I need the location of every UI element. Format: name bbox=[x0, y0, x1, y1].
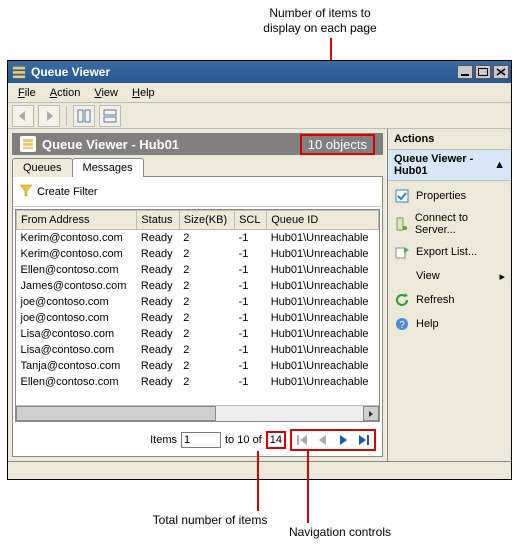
table-row[interactable]: Ellen@contoso.comReady2-1Hub01\Unreachab… bbox=[17, 374, 379, 390]
maximize-button[interactable] bbox=[475, 65, 491, 79]
total-items: 14 bbox=[270, 434, 282, 446]
pager: Items to 10 of 14 bbox=[13, 424, 382, 456]
annotation-nav-controls: Navigation controls bbox=[270, 525, 410, 539]
table-row[interactable]: Kerim@contoso.comReady2-1Hub01\Unreachab… bbox=[17, 230, 379, 247]
help-icon: ? bbox=[394, 316, 410, 332]
tab-messages[interactable]: Messages bbox=[72, 158, 144, 177]
menu-view[interactable]: View bbox=[88, 85, 124, 101]
toolbar bbox=[8, 103, 511, 129]
minimize-button[interactable] bbox=[457, 65, 473, 79]
items-label: Items bbox=[150, 434, 177, 446]
action-view[interactable]: View ▸ bbox=[390, 265, 509, 287]
svg-text:?: ? bbox=[399, 320, 405, 331]
main-pane: Queue Viewer - Hub01 10 objects Queues M… bbox=[8, 129, 388, 461]
export-icon bbox=[394, 244, 410, 260]
queue-viewer-window: Queue Viewer File Action View Help Queue… bbox=[7, 60, 512, 480]
toolbar-view1-button[interactable] bbox=[73, 105, 95, 127]
table-row[interactable]: Lisa@contoso.comReady2-1Hub01\Unreachabl… bbox=[17, 326, 379, 342]
action-export-list[interactable]: Export List... bbox=[390, 241, 509, 263]
forward-button[interactable] bbox=[38, 105, 60, 127]
menu-action[interactable]: Action bbox=[44, 85, 87, 101]
callout-line-total bbox=[257, 451, 259, 511]
table-row[interactable]: Kerim@contoso.comReady2-1Hub01\Unreachab… bbox=[17, 246, 379, 262]
content-title: Queue Viewer - Hub01 bbox=[42, 137, 300, 152]
annotation-items-per-page: Number of items to display on each page bbox=[230, 6, 410, 36]
messages-table: From Address Status Size(KB) SCL Queue I… bbox=[15, 209, 380, 422]
table-row[interactable]: joe@contoso.comReady2-1Hub01\Unreachable bbox=[17, 310, 379, 326]
navigation-controls bbox=[290, 429, 376, 451]
collapse-icon: ▲ bbox=[494, 159, 505, 171]
scrollbar-thumb[interactable] bbox=[16, 406, 216, 421]
server-icon bbox=[394, 216, 409, 232]
horizontal-scrollbar[interactable] bbox=[16, 405, 379, 421]
checkmark-icon bbox=[394, 188, 410, 204]
table-row[interactable]: Lisa@contoso.comReady2-1Hub01\Unreachabl… bbox=[17, 342, 379, 358]
content-header: Queue Viewer - Hub01 10 objects bbox=[12, 133, 383, 155]
create-filter-label: Create Filter bbox=[37, 186, 98, 198]
toolbar-sep bbox=[66, 106, 67, 126]
col-size[interactable]: Size(KB) bbox=[179, 211, 234, 230]
actions-header: Actions bbox=[388, 129, 511, 150]
first-page-button[interactable] bbox=[294, 432, 312, 448]
close-button[interactable] bbox=[493, 65, 509, 79]
tab-queues[interactable]: Queues bbox=[12, 158, 73, 177]
callout-line-nav bbox=[307, 451, 309, 523]
table-row[interactable]: Tanja@contoso.comReady2-1Hub01\Unreachab… bbox=[17, 358, 379, 374]
action-connect-server[interactable]: Connect to Server... bbox=[390, 209, 509, 239]
app-icon bbox=[12, 65, 26, 79]
tabs: Queues Messages bbox=[12, 157, 383, 176]
menu-help[interactable]: Help bbox=[126, 85, 161, 101]
col-status[interactable]: Status bbox=[137, 211, 179, 230]
back-button[interactable] bbox=[12, 105, 34, 127]
refresh-icon bbox=[394, 292, 410, 308]
annotation-total-items: Total number of items bbox=[140, 513, 280, 527]
submenu-arrow-icon: ▸ bbox=[499, 270, 505, 283]
titlebar: Queue Viewer bbox=[8, 61, 511, 83]
queue-viewer-header-icon bbox=[20, 136, 36, 152]
action-properties[interactable]: Properties bbox=[390, 185, 509, 207]
to-label: to 10 of bbox=[225, 434, 262, 446]
scrollbar-right-arrow[interactable] bbox=[363, 406, 379, 421]
col-scl[interactable]: SCL bbox=[235, 211, 267, 230]
object-count: 10 objects bbox=[300, 134, 375, 155]
table-row[interactable]: James@contoso.comReady2-1Hub01\Unreachab… bbox=[17, 278, 379, 294]
items-from-input[interactable] bbox=[181, 432, 221, 448]
menu-file[interactable]: File bbox=[12, 85, 42, 101]
next-page-button[interactable] bbox=[334, 432, 352, 448]
actions-pane: Actions Queue Viewer - Hub01 ▲ Propertie… bbox=[388, 129, 511, 461]
action-refresh[interactable]: Refresh bbox=[390, 289, 509, 311]
table-header-row: From Address Status Size(KB) SCL Queue I… bbox=[17, 211, 379, 230]
table-row[interactable]: joe@contoso.comReady2-1Hub01\Unreachable bbox=[17, 294, 379, 310]
tab-body: Create Filter From Address Status Size(K… bbox=[12, 176, 383, 457]
table-row[interactable]: Ellen@contoso.comReady2-1Hub01\Unreachab… bbox=[17, 262, 379, 278]
create-filter[interactable]: Create Filter bbox=[13, 177, 382, 207]
action-help[interactable]: ? Help bbox=[390, 313, 509, 335]
last-page-button[interactable] bbox=[354, 432, 372, 448]
prev-page-button[interactable] bbox=[314, 432, 332, 448]
window-title: Queue Viewer bbox=[31, 65, 457, 79]
filter-icon bbox=[19, 183, 33, 200]
toolbar-view2-button[interactable] bbox=[99, 105, 121, 127]
menubar: File Action View Help bbox=[8, 83, 511, 103]
statusbar bbox=[8, 461, 511, 479]
actions-subheader[interactable]: Queue Viewer - Hub01 ▲ bbox=[388, 150, 511, 181]
col-queueid[interactable]: Queue ID bbox=[267, 211, 379, 230]
col-from[interactable]: From Address bbox=[17, 211, 137, 230]
